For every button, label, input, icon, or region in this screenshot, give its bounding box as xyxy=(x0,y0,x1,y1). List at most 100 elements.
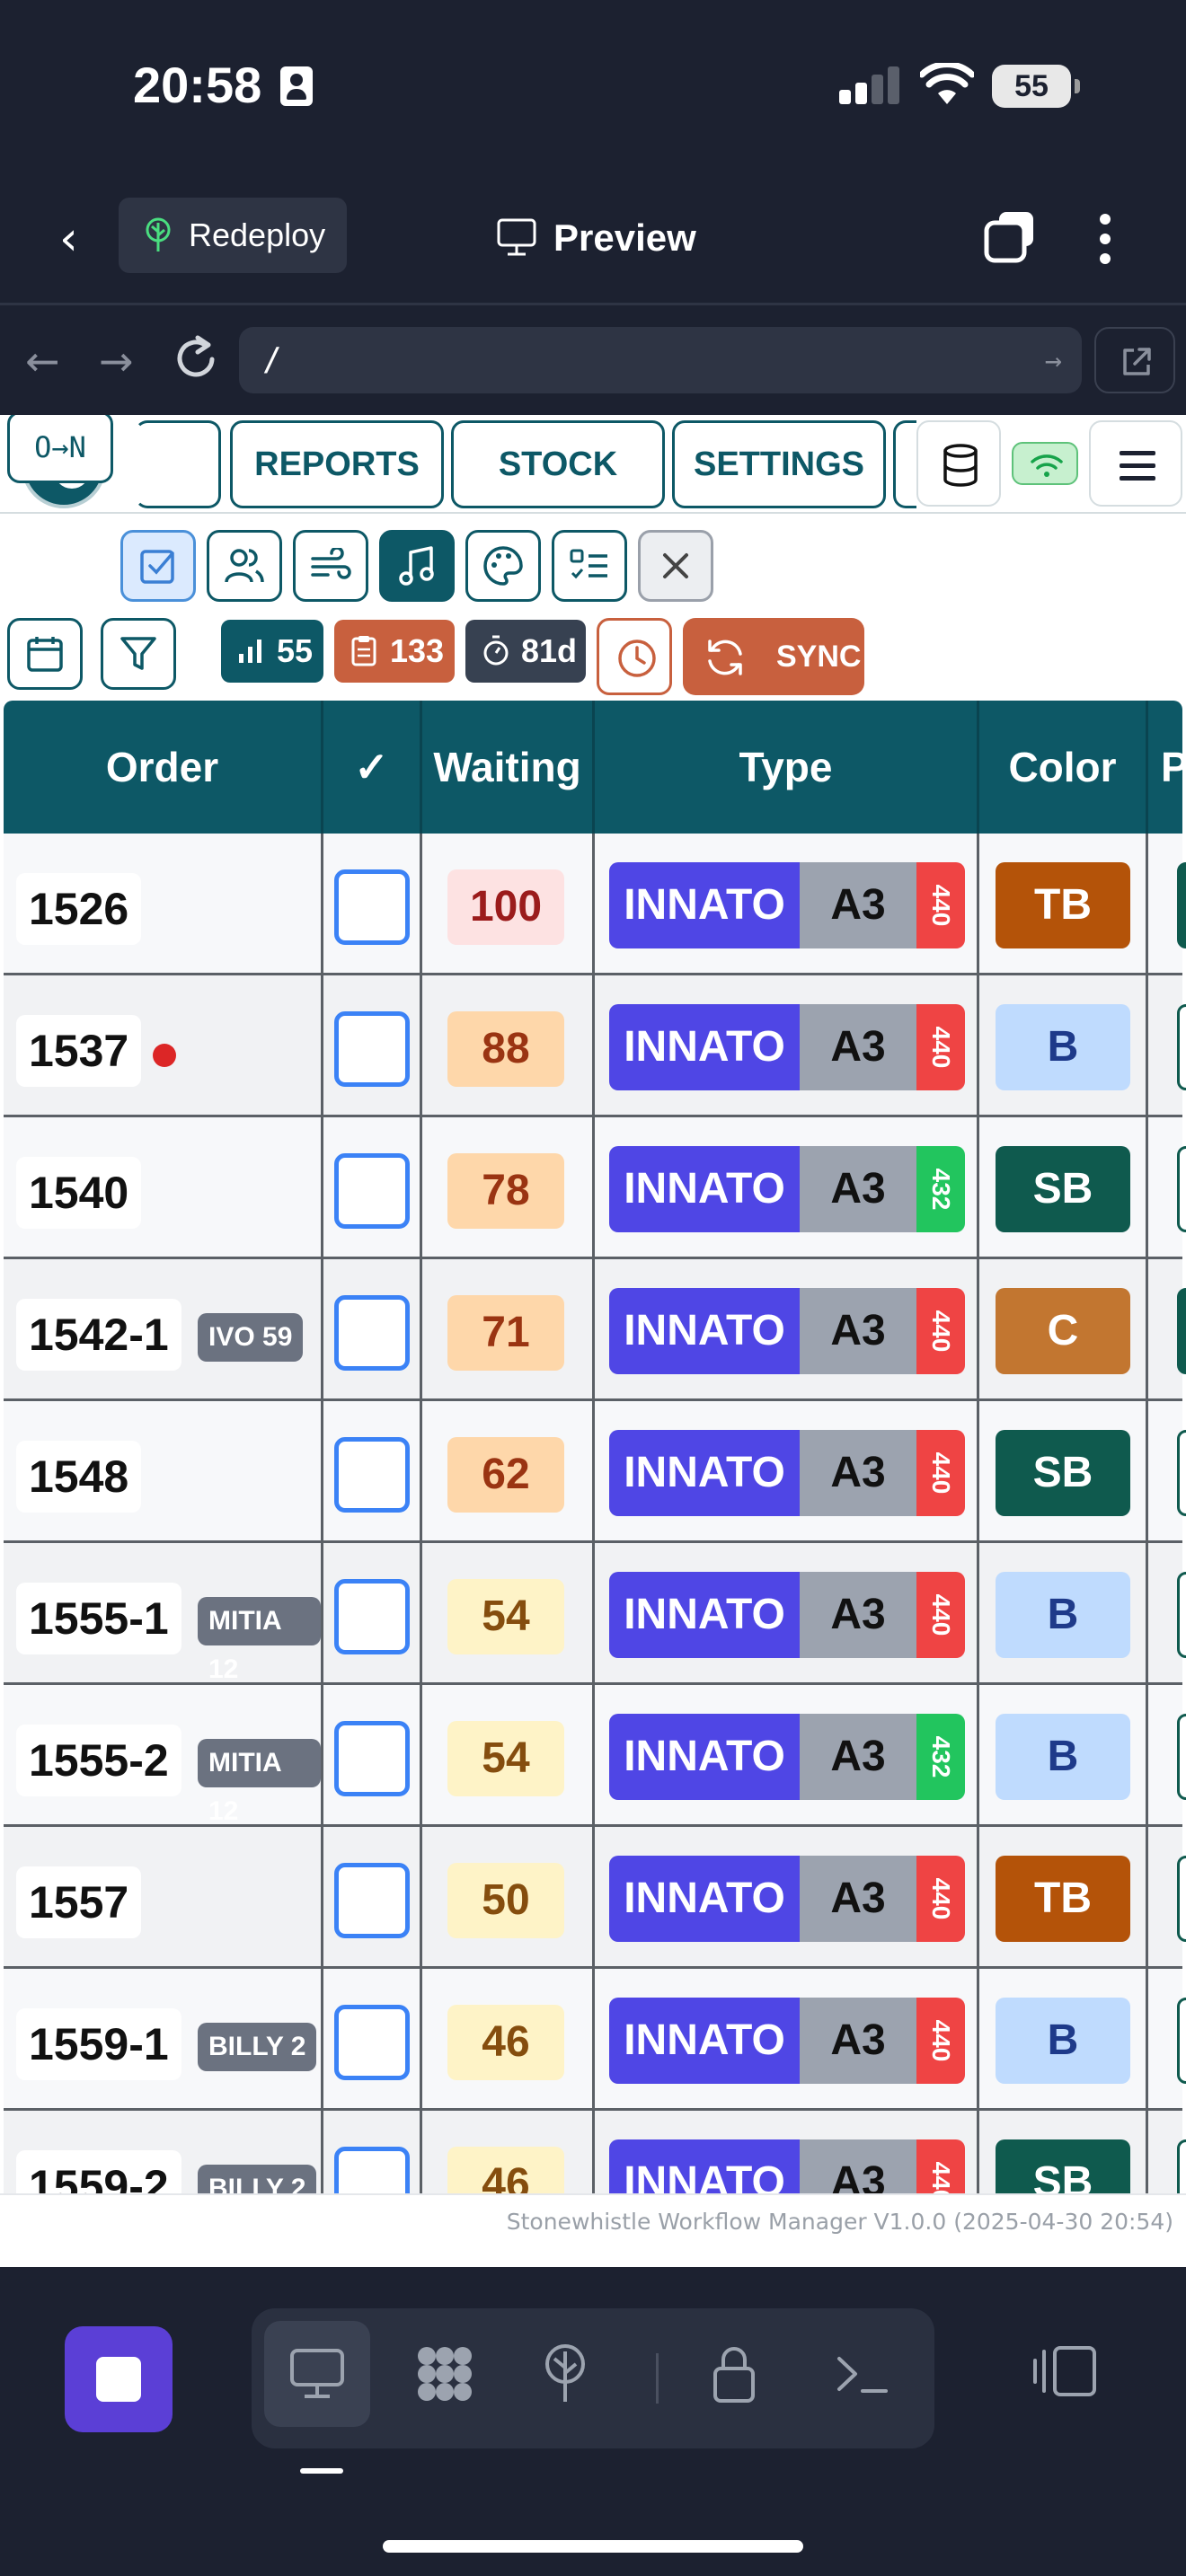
row-checkbox[interactable] xyxy=(334,1721,410,1796)
type-pill[interactable]: INNATO A3 440 xyxy=(609,2139,965,2193)
order-cell[interactable]: 1540 xyxy=(4,1117,323,1259)
row-checkbox[interactable] xyxy=(334,1153,410,1229)
order-number[interactable]: 1559-1 xyxy=(16,2008,181,2080)
row-checkbox[interactable] xyxy=(334,2005,410,2080)
col-header-type[interactable]: Type xyxy=(595,701,979,834)
palette-filter-button[interactable] xyxy=(465,530,541,602)
more-options-icon[interactable] xyxy=(1087,210,1123,268)
order-cell[interactable]: 1559-2 BILLY 2 xyxy=(4,2111,323,2193)
dock-preview-button[interactable] xyxy=(264,2321,370,2427)
nav-tab-settings[interactable]: SETTINGS xyxy=(672,420,886,508)
calendar-button[interactable] xyxy=(7,618,83,690)
order-number[interactable]: 1542-1 xyxy=(16,1299,181,1371)
nav-tab-reports[interactable]: REPORTS xyxy=(230,420,444,508)
reload-icon[interactable] xyxy=(173,332,219,383)
row-checkbox[interactable] xyxy=(334,1579,410,1654)
col-header-order[interactable]: Order xyxy=(4,701,323,834)
type-pill[interactable]: INNATO A3 432 xyxy=(609,1714,965,1800)
p-badge[interactable] xyxy=(1177,1998,1186,2084)
table-row[interactable]: 1559-2 BILLY 2 46 INNATO A3 440 SB xyxy=(4,2111,1186,2193)
history-button[interactable] xyxy=(597,618,672,695)
type-pill[interactable]: INNATO A3 440 xyxy=(609,1572,965,1658)
color-badge[interactable]: B xyxy=(996,1714,1130,1800)
table-row[interactable]: 1555-2 MITIA 12 54 INNATO A3 432 B xyxy=(4,1685,1186,1827)
order-number[interactable]: 1557 xyxy=(16,1866,142,1938)
checklist-toggle-button[interactable] xyxy=(120,530,196,602)
type-pill[interactable]: INNATO A3 440 xyxy=(609,1004,965,1090)
table-row[interactable]: 1548 62 INNATO A3 440 SB xyxy=(4,1401,1186,1543)
order-cell[interactable]: 1557 xyxy=(4,1827,323,1969)
p-badge[interactable] xyxy=(1177,1146,1186,1232)
color-badge[interactable]: SB xyxy=(996,1430,1130,1516)
color-badge[interactable]: TB xyxy=(996,1856,1130,1942)
dock-deploy-button[interactable] xyxy=(512,2321,618,2427)
col-header-waiting[interactable]: Waiting xyxy=(422,701,595,834)
type-pill[interactable]: INNATO A3 440 xyxy=(609,1288,965,1374)
table-row[interactable]: 1540 78 INNATO A3 432 SB xyxy=(4,1117,1186,1259)
order-cell[interactable]: 1555-2 MITIA 12 xyxy=(4,1685,323,1827)
row-checkbox[interactable] xyxy=(334,1295,410,1371)
col-header-check[interactable]: ✓ xyxy=(323,701,422,834)
database-button[interactable] xyxy=(916,420,1001,507)
p-badge[interactable] xyxy=(1177,1288,1186,1374)
nav-tab-stock[interactable]: STOCK xyxy=(451,420,665,508)
order-cell[interactable]: 1526 xyxy=(4,834,323,975)
table-row[interactable]: 1542-1 IVO 59 71 INNATO A3 440 C xyxy=(4,1259,1186,1401)
color-badge[interactable]: B xyxy=(996,1998,1130,2084)
type-pill[interactable]: INNATO A3 440 xyxy=(609,1856,965,1942)
type-pill[interactable]: INNATO A3 440 xyxy=(609,1430,965,1516)
p-badge[interactable] xyxy=(1177,1430,1186,1516)
color-badge[interactable]: SB xyxy=(996,2139,1130,2193)
row-checkbox[interactable] xyxy=(334,869,410,945)
table-row[interactable]: 1557 50 INNATO A3 440 TB xyxy=(4,1827,1186,1969)
dock-secrets-button[interactable] xyxy=(681,2321,787,2427)
col-header-p[interactable]: P xyxy=(1148,701,1186,834)
col-header-color[interactable]: Color xyxy=(979,701,1148,834)
preview-selector[interactable]: Preview xyxy=(496,207,696,269)
table-row[interactable]: 1526 100 INNATO A3 440 TB xyxy=(4,834,1186,975)
wind-filter-button[interactable] xyxy=(293,530,368,602)
p-badge[interactable] xyxy=(1177,1856,1186,1942)
color-badge[interactable]: B xyxy=(996,1004,1130,1090)
home-indicator[interactable] xyxy=(383,2540,803,2553)
color-badge[interactable]: TB xyxy=(996,862,1130,948)
row-checkbox[interactable] xyxy=(334,1011,410,1087)
back-chevron-icon[interactable]: ‹ xyxy=(59,212,99,266)
color-badge[interactable]: B xyxy=(996,1572,1130,1658)
nav-back-icon[interactable]: ← xyxy=(25,336,60,386)
order-cell[interactable]: 1537 xyxy=(4,975,323,1117)
p-badge[interactable] xyxy=(1177,1714,1186,1800)
table-row[interactable]: 1537 88 INNATO A3 440 B xyxy=(4,975,1186,1117)
order-number[interactable]: 1540 xyxy=(16,1157,142,1229)
clear-filters-button[interactable] xyxy=(638,530,713,602)
color-badge[interactable]: C xyxy=(996,1288,1130,1374)
task-list-button[interactable] xyxy=(552,530,627,602)
p-badge[interactable] xyxy=(1177,862,1186,948)
row-checkbox[interactable] xyxy=(334,2147,410,2193)
hamburger-menu-button[interactable] xyxy=(1089,420,1182,507)
order-number[interactable]: 1555-2 xyxy=(16,1725,181,1796)
url-input[interactable]: / → xyxy=(239,327,1082,393)
order-cell[interactable]: 1548 xyxy=(4,1401,323,1543)
order-cell[interactable]: 1559-1 BILLY 2 xyxy=(4,1969,323,2111)
split-view-icon[interactable] xyxy=(1031,2342,1100,2400)
p-badge[interactable] xyxy=(1177,1004,1186,1090)
table-row[interactable]: 1555-1 MITIA 12 54 INNATO A3 440 B xyxy=(4,1543,1186,1685)
type-pill[interactable]: INNATO A3 432 xyxy=(609,1146,965,1232)
customers-button[interactable] xyxy=(207,530,282,602)
row-checkbox[interactable] xyxy=(334,1437,410,1513)
go-arrow-icon[interactable]: → xyxy=(1045,327,1062,393)
open-external-button[interactable] xyxy=(1094,327,1175,393)
order-number[interactable]: 1548 xyxy=(16,1441,142,1513)
dock-workspace-button[interactable] xyxy=(392,2321,498,2427)
table-row[interactable]: 1559-1 BILLY 2 46 INNATO A3 440 B xyxy=(4,1969,1186,2111)
order-number[interactable]: 1526 xyxy=(16,873,142,945)
music-filter-button[interactable] xyxy=(379,530,455,602)
order-cell[interactable]: 1555-1 MITIA 12 xyxy=(4,1543,323,1685)
type-pill[interactable]: INNATO A3 440 xyxy=(609,1998,965,2084)
dock-shell-button[interactable] xyxy=(809,2321,915,2427)
type-pill[interactable]: INNATO A3 440 xyxy=(609,862,965,948)
order-number[interactable]: 1559-2 xyxy=(16,2150,181,2193)
stop-button[interactable] xyxy=(65,2326,173,2432)
order-cell[interactable]: 1542-1 IVO 59 xyxy=(4,1259,323,1401)
